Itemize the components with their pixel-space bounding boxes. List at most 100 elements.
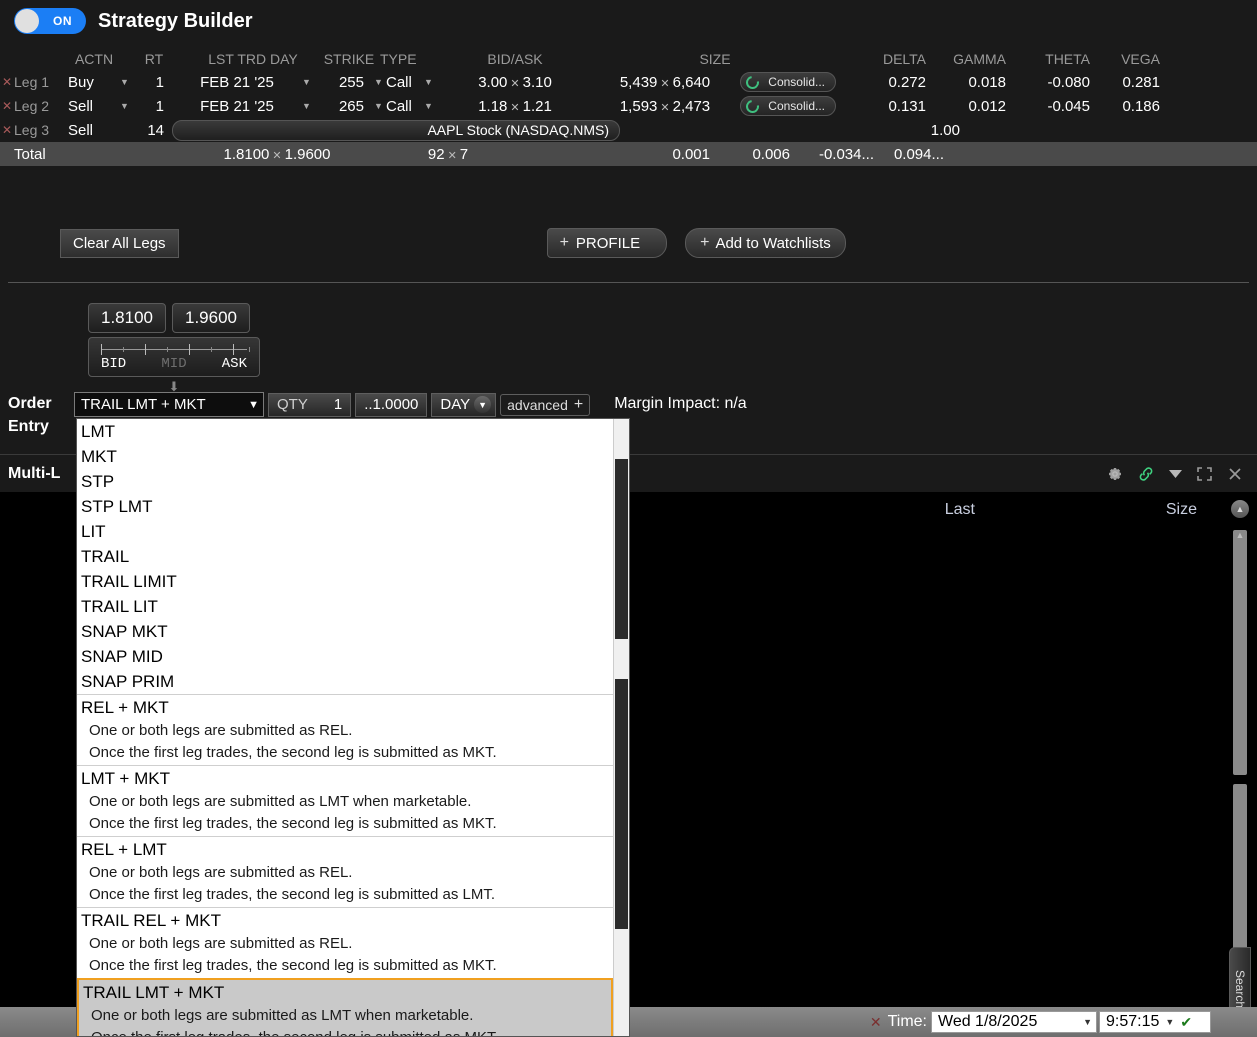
leg-size-ask: 2,473 <box>673 98 711 115</box>
leg-ask: 1.21 <box>523 98 552 115</box>
chevron-down-icon[interactable]: ▼ <box>302 77 318 87</box>
link-icon[interactable] <box>1137 466 1155 482</box>
chevron-down-icon[interactable]: ▼ <box>120 77 136 87</box>
profile-button[interactable]: + PROFILE <box>547 228 668 258</box>
bid-price-box[interactable]: 1.8100 <box>88 303 166 333</box>
order-type-option-title: TRAIL REL + MKT <box>81 908 613 933</box>
total-size-bid: 92 <box>428 146 445 163</box>
limit-price-field[interactable]: ..1.0000 <box>355 393 427 417</box>
order-type-option[interactable]: TRAIL REL + MKTOne or both legs are subm… <box>77 907 613 978</box>
total-gamma: 0.006 <box>710 146 790 163</box>
total-size: 92✕7 <box>372 146 524 163</box>
leg-size: 1,593✕2,473 <box>590 98 740 115</box>
leg-instrument-field[interactable]: AAPL Stock (NASDAQ.NMS) <box>172 120 620 141</box>
toggle-knob <box>15 9 39 33</box>
leg-action[interactable]: Sell <box>68 122 120 139</box>
status-close-icon[interactable]: ✕ <box>870 1014 882 1031</box>
chevron-down-icon: ▼ <box>1083 1017 1092 1027</box>
dropdown-scrollbar[interactable] <box>613 419 629 1036</box>
order-type-select[interactable]: TRAIL LMT + MKT ▼ <box>74 392 264 417</box>
chevron-down-icon[interactable]: ▼ <box>424 77 440 87</box>
clear-all-legs-button[interactable]: Clear All Legs <box>60 229 179 258</box>
add-to-watchlists-button[interactable]: + Add to Watchlists <box>685 228 846 258</box>
scroll-up-button[interactable]: ▲ <box>1231 500 1249 518</box>
leg-exchange-selector[interactable]: Consolid... <box>740 72 836 92</box>
order-type-option[interactable]: TRAIL LIT <box>77 594 613 619</box>
leg-strike[interactable]: 255 <box>318 74 364 91</box>
slider-bid-label[interactable]: BID <box>101 356 126 372</box>
date-select[interactable]: Wed 1/8/2025 ▼ <box>931 1011 1097 1033</box>
leg-bid: 3.00 <box>478 74 507 91</box>
leg-delta: 0.131 <box>840 98 926 115</box>
order-type-option[interactable]: TRAIL <box>77 544 613 569</box>
leg-instrument-label: AAPL Stock (NASDAQ.NMS) <box>427 122 609 138</box>
order-type-dropdown[interactable]: LMTMKTSTPSTP LMTLITTRAILTRAIL LIMITTRAIL… <box>76 418 630 1037</box>
dropdown-scrollbar-thumb[interactable] <box>615 459 628 639</box>
chevron-down-icon[interactable] <box>1169 469 1182 478</box>
col-rt: RT <box>120 51 188 67</box>
chevron-down-icon[interactable]: ▼ <box>424 101 440 111</box>
scrollbar-thumb-upper[interactable]: ▲ <box>1233 530 1247 775</box>
order-type-option[interactable]: TRAIL LIMIT <box>77 569 613 594</box>
multi-leg-panel-title: Multi-L <box>8 465 60 483</box>
chevron-down-icon[interactable]: ▼ <box>120 101 136 111</box>
time-value: 9:57:15 <box>1106 1013 1159 1031</box>
leg-type[interactable]: Call <box>380 98 424 115</box>
leg-type[interactable]: Call <box>380 74 424 91</box>
scrollbar-track[interactable]: ▲ ▼ <box>1233 522 1247 978</box>
remove-leg-icon[interactable]: ✕ <box>0 123 14 137</box>
slider-mid-label[interactable]: MID <box>161 356 186 372</box>
leg-action[interactable]: Sell <box>68 98 120 115</box>
order-type-option[interactable]: LMT + MKTOne or both legs are submitted … <box>77 765 613 836</box>
strategy-builder-toggle[interactable]: ON <box>14 8 86 34</box>
order-type-option[interactable]: REL + MKTOne or both legs are submitted … <box>77 694 613 765</box>
order-type-option[interactable]: STP <box>77 469 613 494</box>
dropdown-scrollbar-thumb-2[interactable] <box>615 679 628 929</box>
advanced-button[interactable]: advanced + <box>500 394 590 416</box>
refresh-icon <box>743 97 761 115</box>
remove-leg-icon[interactable]: ✕ <box>0 99 14 113</box>
leg-row: ✕ Leg 2 Sell ▼ 1 FEB 21 '25 ▼ 265 ▼ Call… <box>0 94 1257 118</box>
order-type-option[interactable]: MKT <box>77 444 613 469</box>
legs-table: ACTN RT LST TRD DAY STRIKE TYPE BID/ASK … <box>0 48 1257 166</box>
plus-icon: + <box>560 234 569 252</box>
time-in-force-select[interactable]: DAY ▼ <box>431 393 496 417</box>
leg-action[interactable]: Buy <box>68 74 120 91</box>
panel-scrollbar[interactable]: ▲ ▲ ▼ <box>1231 500 1249 978</box>
profile-button-label: PROFILE <box>576 235 640 252</box>
leg-exchange-selector[interactable]: Consolid... <box>740 96 836 116</box>
chevron-down-icon[interactable]: ▼ <box>364 101 380 111</box>
slider-ask-label[interactable]: ASK <box>222 356 247 372</box>
remove-leg-icon[interactable]: ✕ <box>0 75 14 89</box>
order-type-option[interactable]: STP LMT <box>77 494 613 519</box>
order-type-option-selected[interactable]: TRAIL LMT + MKTOne or both legs are subm… <box>77 978 613 1037</box>
chevron-down-icon[interactable]: ▼ <box>364 77 380 87</box>
tws-strategy-builder-window: ON Strategy Builder ACTN RT LST TRD DAY … <box>0 0 1257 1037</box>
order-type-option[interactable]: LIT <box>77 519 613 544</box>
order-type-option[interactable]: SNAP MKT <box>77 619 613 644</box>
total-ask: 1.9600 <box>285 146 331 163</box>
leg-lst-trd-day[interactable]: FEB 21 '25 <box>172 98 302 115</box>
quantity-field[interactable]: QTY 1 <box>268 393 351 417</box>
order-type-option[interactable]: LMT <box>77 419 613 444</box>
legs-table-header: ACTN RT LST TRD DAY STRIKE TYPE BID/ASK … <box>0 48 1257 70</box>
order-type-option[interactable]: SNAP PRIM <box>77 669 613 694</box>
leg-bid-ask: 1.18✕1.21 <box>440 98 590 115</box>
ask-price-box[interactable]: 1.9600 <box>172 303 250 333</box>
gear-icon[interactable] <box>1107 466 1123 482</box>
expand-icon[interactable] <box>1196 466 1213 482</box>
leg-lst-trd-day[interactable]: FEB 21 '25 <box>172 74 302 91</box>
chevron-down-icon[interactable]: ▼ <box>302 101 318 111</box>
leg-row: ✕ Leg 1 Buy ▼ 1 FEB 21 '25 ▼ 255 ▼ Call … <box>0 70 1257 94</box>
time-select[interactable]: 9:57:15 ▼ ✔ <box>1099 1011 1211 1033</box>
leg-strike[interactable]: 265 <box>318 98 364 115</box>
bid-mid-ask-slider[interactable]: BID MID ASK <box>88 337 260 377</box>
scrollbar-thumb-lower[interactable]: ▼ <box>1233 784 1247 974</box>
order-type-option[interactable]: REL + LMTOne or both legs are submitted … <box>77 836 613 907</box>
total-row: Total 1.8100✕1.9600 92✕7 0.001 0.006 -0.… <box>0 142 1257 166</box>
order-type-option[interactable]: SNAP MID <box>77 644 613 669</box>
chevron-down-icon: ▼ <box>474 396 491 413</box>
close-icon[interactable] <box>1227 466 1243 482</box>
price-selector: 1.8100 1.9600 BID MID ASK ⬇ <box>88 303 260 395</box>
check-icon[interactable]: ✔ <box>1180 1014 1192 1031</box>
